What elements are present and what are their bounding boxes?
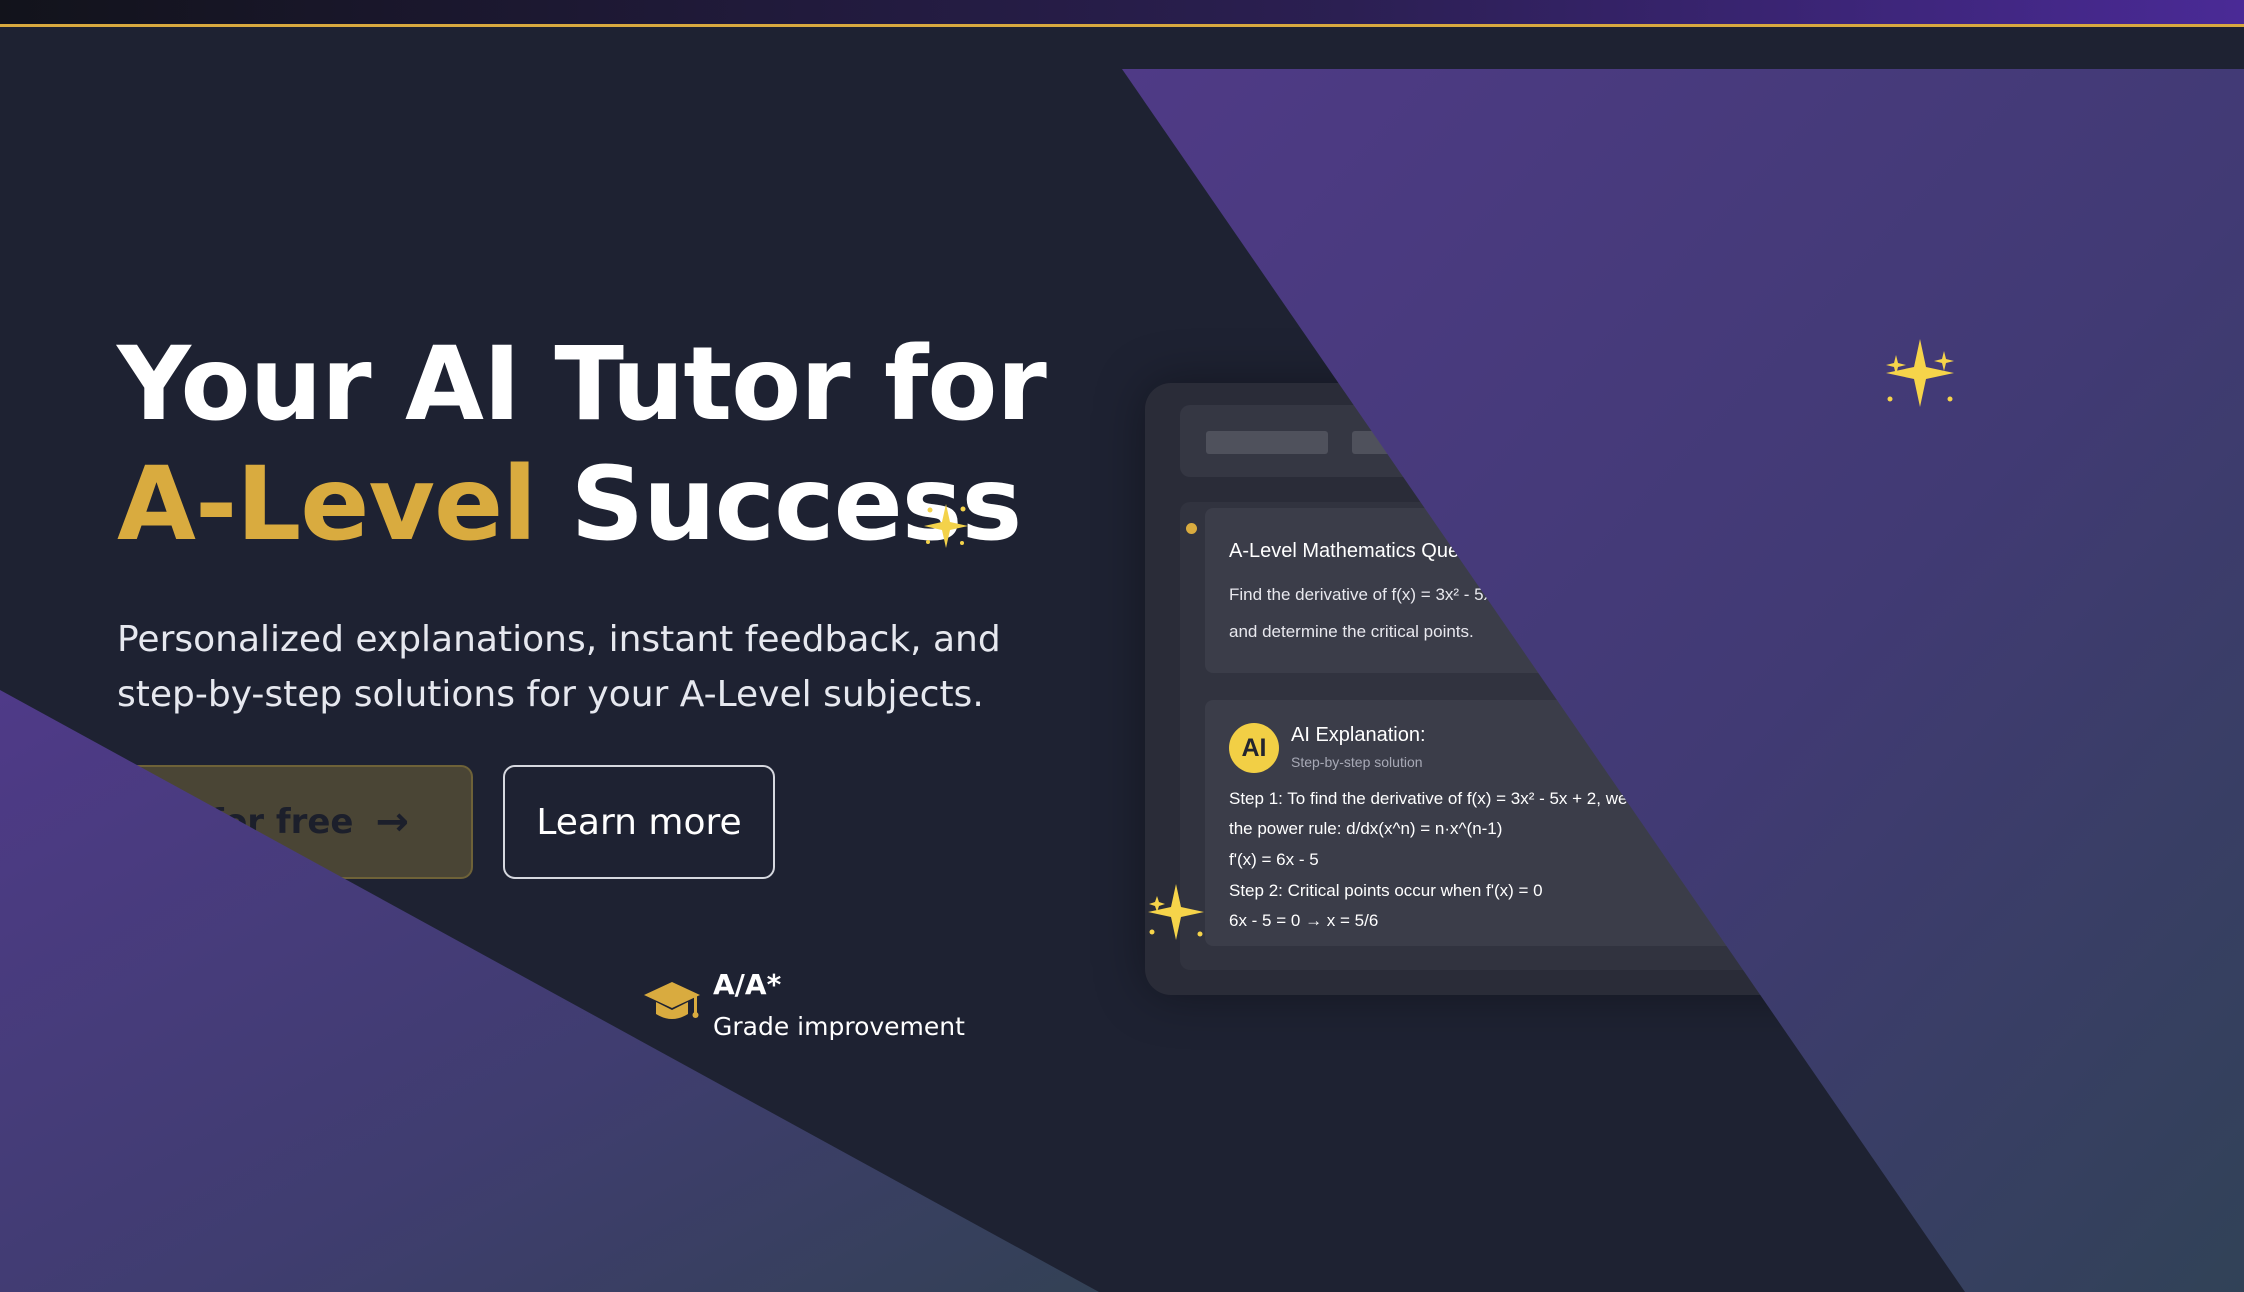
mockup-tab-placeholder — [1206, 431, 1328, 454]
hero-subtitle: Personalized explanations, instant feedb… — [117, 619, 1001, 715]
sparkle-icon — [1886, 339, 1954, 407]
question-text: and determine the critical points. — [1229, 622, 1474, 641]
start-button-label: t for free — [180, 802, 354, 842]
hero-title: Your AI Tutor for A-Level Success — [117, 325, 1047, 565]
top-accent-line — [0, 24, 2244, 27]
graduation-cap-icon — [644, 982, 700, 1019]
explanation-step: Step 2: Critical points occur when f'(x)… — [1229, 881, 1543, 900]
question-title: A-Level Mathematics Question: — [1229, 540, 1507, 562]
mockup-tab-placeholder — [1352, 431, 1450, 454]
explanation-step: 6x - 5 = 0 → x = 5/6 — [1229, 911, 1379, 930]
question-text: Find the derivative of f(x) = 3x² - 5x +… — [1229, 585, 1521, 604]
status-dot — [1186, 523, 1197, 534]
credits-value: 40 — [1843, 914, 1868, 939]
ai-avatar-badge: AI — [1229, 723, 1279, 773]
grade-stat-label: Grade improvement — [713, 1012, 965, 1041]
top-gradient-bar — [0, 0, 2244, 24]
explanation-step: Step 1: To find the derivative of f(x) =… — [1229, 789, 1660, 808]
sparkle-icon — [1148, 884, 1204, 940]
explanation-step: f'(x) = 6x - 5 — [1229, 850, 1319, 869]
hero-title-accent: A-Level — [117, 445, 537, 564]
start-for-free-button[interactable]: t for free → — [117, 765, 473, 879]
learn-more-button[interactable]: Learn more — [503, 765, 775, 879]
explanation-title: AI Explanation: — [1291, 724, 1426, 746]
sparkle-icon — [924, 504, 968, 548]
explanation-step: the power rule: d/dx(x^n) = n·x^(n-1) — [1229, 819, 1503, 838]
arrow-right-icon: → — [375, 799, 410, 845]
learn-more-label: Learn more — [536, 801, 742, 843]
credits-label: Cred — [1843, 887, 1880, 906]
hero-title-line1: Your AI Tutor for — [117, 325, 1047, 444]
credits-total: / 5( — [1880, 919, 1904, 936]
grade-stat-value: A/A* — [713, 968, 782, 1001]
explanation-subtitle: Step-by-step solution — [1291, 754, 1423, 770]
